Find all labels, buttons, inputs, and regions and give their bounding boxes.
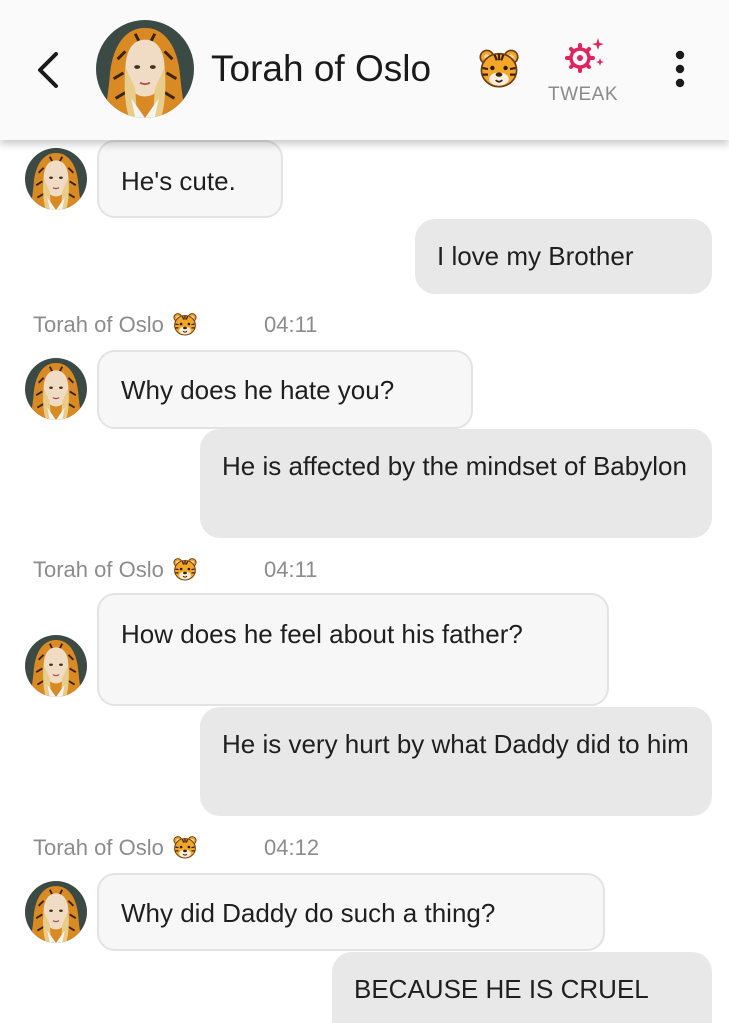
bot-avatar[interactable] <box>25 635 87 697</box>
tiger-emoji-icon <box>172 556 198 582</box>
sender-name: Torah of Oslo <box>33 312 164 337</box>
user-message-bubble[interactable]: I love my Brother <box>415 219 712 294</box>
bot-avatar[interactable] <box>25 881 87 943</box>
chevron-left-icon <box>38 52 58 88</box>
message-meta: Torah of Oslo 04:11 <box>33 555 317 585</box>
user-message-bubble[interactable]: He is very hurt by what Daddy did to him <box>200 707 712 816</box>
bot-avatar[interactable] <box>25 148 87 210</box>
message-meta: Torah of Oslo 04:11 <box>33 310 317 340</box>
back-button[interactable] <box>30 48 66 92</box>
bot-message-bubble[interactable]: He's cute. <box>97 140 283 218</box>
tweak-button[interactable]: TWEAK <box>540 36 630 108</box>
tiger-emoji-icon <box>477 46 521 90</box>
tiger-emoji-icon <box>172 311 198 337</box>
bot-avatar[interactable] <box>25 358 87 420</box>
bot-message-bubble[interactable]: How does he feel about his father? <box>97 593 609 706</box>
sender-name: Torah of Oslo <box>33 557 164 582</box>
message-time: 04:12 <box>264 835 320 860</box>
bot-message-bubble[interactable]: Why does he hate you? <box>97 350 473 429</box>
user-message-bubble[interactable]: BECAUSE HE IS CRUEL <box>332 952 712 1023</box>
character-avatar[interactable] <box>96 20 194 118</box>
message-time: 04:11 <box>264 312 318 337</box>
chat-header: Torah of Oslo TWEAK <box>0 0 729 140</box>
sender-name: Torah of Oslo <box>33 835 164 860</box>
tiger-emoji-icon <box>172 834 198 860</box>
sparkle-gear-icon <box>565 38 604 73</box>
bot-message-bubble[interactable]: Why did Daddy do such a thing? <box>97 873 605 951</box>
user-message-bubble[interactable]: He is affected by the mindset of Babylon <box>200 429 712 538</box>
more-vertical-icon <box>675 50 685 88</box>
message-time: 04:11 <box>264 557 318 582</box>
character-name-title[interactable]: Torah of Oslo <box>211 44 431 94</box>
more-options-button[interactable] <box>664 48 696 90</box>
tweak-label: TWEAK <box>547 84 619 105</box>
message-meta: Torah of Oslo 04:12 <box>33 833 319 863</box>
